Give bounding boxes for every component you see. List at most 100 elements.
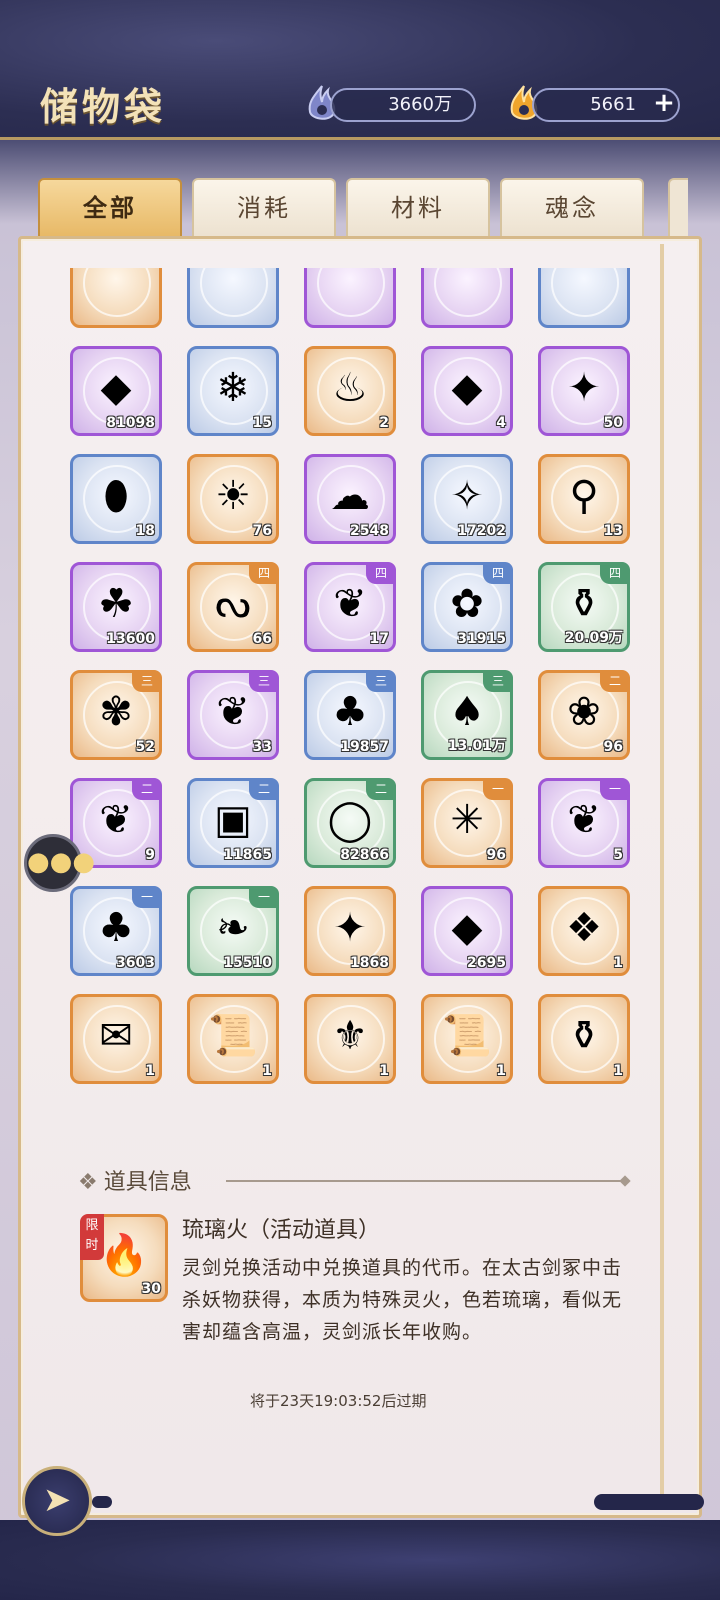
add-currency-button[interactable]: + xyxy=(652,90,676,116)
inventory-slot[interactable]: ◆ 2695 xyxy=(421,886,513,976)
inventory-slot[interactable]: ✾ 三 52 xyxy=(70,670,162,760)
item-quantity: 18 xyxy=(135,523,155,539)
item-quantity: 82866 xyxy=(340,847,389,863)
inventory-slot[interactable]: ▣ 二 11865 xyxy=(187,778,279,868)
inventory-slot[interactable]: ⚱ 1 xyxy=(538,994,630,1084)
inventory-slot[interactable]: ◆ 4 xyxy=(421,346,513,436)
inventory-slot[interactable]: ᔓ 四 66 xyxy=(187,562,279,652)
tier-badge: 一 xyxy=(132,886,162,908)
back-button[interactable]: ➤ xyxy=(22,1466,92,1536)
selected-item-description: 灵剑兑换活动中兑换道具的代币。在太古剑冢中击杀妖物获得，本质为特殊灵火，色若琉璃… xyxy=(182,1257,623,1343)
tier-badge: 一 xyxy=(600,778,630,800)
slot-ring xyxy=(83,268,151,317)
orange-berry-icon: ❦ xyxy=(567,796,601,843)
inventory-slot[interactable] xyxy=(304,268,396,328)
inventory-slot[interactable]: ❦ 一 5 xyxy=(538,778,630,868)
purple-gem-icon: ◆ xyxy=(451,364,483,411)
tab-all[interactable]: 全部 xyxy=(38,178,182,238)
inventory-slot[interactable]: ❄ 15 xyxy=(187,346,279,436)
inventory-slot[interactable]: ◯ 二 82866 xyxy=(304,778,396,868)
tier-badge: 三 xyxy=(132,670,162,692)
lotus-icon: ❀ xyxy=(567,688,601,735)
inventory-slot[interactable]: ♣ 一 3603 xyxy=(70,886,162,976)
scroll-icon: 📜 xyxy=(442,1012,492,1059)
purple-mushroom-icon: ♣ xyxy=(332,688,368,735)
inventory-slot[interactable] xyxy=(70,268,162,328)
orange-gourd-icon: ♨ xyxy=(332,364,368,411)
item-quantity: 3603 xyxy=(116,955,155,971)
inventory-slot[interactable]: ♠ 三 13.01万 xyxy=(421,670,513,760)
item-quantity: 1868 xyxy=(350,955,389,971)
coral-icon: ❧ xyxy=(216,904,250,951)
item-quantity: 13600 xyxy=(106,631,155,647)
tier-badge: 三 xyxy=(249,670,279,692)
item-grid-viewport[interactable]: ◆ 81098 ❄ 15 ♨ 2 ◆ 4 ✦ 50 ⬮ 18 ☀ 76 ☁ 2548 ✧ 17202 ⚲ 13 ☘ 136… xyxy=(70,268,650,1088)
scroll-icon: 📜 xyxy=(208,1012,258,1059)
inventory-slot[interactable]: ✳ 一 96 xyxy=(421,778,513,868)
slot-ring xyxy=(551,268,619,317)
item-quantity: 5 xyxy=(613,847,623,863)
inventory-slot[interactable]: ❦ 四 17 xyxy=(304,562,396,652)
tab-consumables[interactable]: 消耗 xyxy=(192,178,336,238)
back-arrow-icon: ➤ xyxy=(42,1480,72,1520)
item-quantity: 1 xyxy=(613,1063,623,1079)
tier-badge: 二 xyxy=(366,778,396,800)
inventory-slot[interactable]: ✧ 17202 xyxy=(421,454,513,544)
tab-overflow[interactable] xyxy=(668,178,688,238)
item-quantity: 2695 xyxy=(467,955,506,971)
item-grid: ◆ 81098 ❄ 15 ♨ 2 ◆ 4 ✦ 50 ⬮ 18 ☀ 76 ☁ 2548 ✧ 17202 ⚲ 13 ☘ 136… xyxy=(70,268,630,1088)
inventory-slot[interactable]: ♨ 2 xyxy=(304,346,396,436)
selected-item-slot[interactable]: 🔥 限时 30 xyxy=(80,1214,168,1302)
info-divider xyxy=(226,1180,626,1182)
inventory-slot[interactable]: ❧ 一 15510 xyxy=(187,886,279,976)
inventory-slot[interactable]: ⚱ 四 20.09万 xyxy=(538,562,630,652)
inventory-slot[interactable]: ☘ 13600 xyxy=(70,562,162,652)
inventory-slot[interactable] xyxy=(538,268,630,328)
spirit-egg-icon: ⬮ xyxy=(103,472,129,519)
inventory-slot[interactable]: ✿ 四 31915 xyxy=(421,562,513,652)
tier-badge: 一 xyxy=(249,886,279,908)
expire-timer: 将于23天19:03:52后过期 xyxy=(250,1392,427,1410)
inventory-slot[interactable]: ✦ 1868 xyxy=(304,886,396,976)
inventory-slot[interactable]: ❦ 三 33 xyxy=(187,670,279,760)
inventory-slot[interactable] xyxy=(421,268,513,328)
scroll-rod-icon: ⚲ xyxy=(569,472,599,519)
item-info-heading: ❖ 道具信息 xyxy=(78,1164,192,1196)
item-quantity: 96 xyxy=(486,847,506,863)
horn-icon: ♠ xyxy=(449,688,485,735)
inventory-slot[interactable]: 📜 1 xyxy=(421,994,513,1084)
item-quantity: 2 xyxy=(379,415,389,431)
inventory-slot[interactable]: ☁ 2548 xyxy=(304,454,396,544)
inventory-slot[interactable]: ✉ 1 xyxy=(70,994,162,1084)
chat-button[interactable]: ●●● xyxy=(24,834,95,892)
tier-badge: 四 xyxy=(249,562,279,584)
tab-soul[interactable]: 魂念 xyxy=(500,178,644,238)
purple-token-icon: ◆ xyxy=(100,364,132,411)
sun-orb-icon: ☀ xyxy=(215,472,251,519)
inventory-slot[interactable]: ⬮ 18 xyxy=(70,454,162,544)
item-quantity: 9 xyxy=(145,847,155,863)
green-berry-icon: ❦ xyxy=(99,796,133,843)
tier-badge: 四 xyxy=(483,562,513,584)
inventory-slot[interactable]: ❀ 二 96 xyxy=(538,670,630,760)
inventory-slot[interactable]: ☀ 76 xyxy=(187,454,279,544)
blue-flower-icon: ✿ xyxy=(450,580,484,627)
blue-lily-icon: ✾ xyxy=(99,688,133,735)
tab-materials[interactable]: 材料 xyxy=(346,178,490,238)
inventory-slot[interactable]: 📜 1 xyxy=(187,994,279,1084)
item-quantity: 1 xyxy=(613,955,623,971)
tier-badge: 四 xyxy=(600,562,630,584)
berry-branch-icon: ❦ xyxy=(216,688,250,735)
inventory-slot[interactable]: ⚲ 13 xyxy=(538,454,630,544)
item-quantity: 50 xyxy=(603,415,623,431)
inventory-slot[interactable]: ⚜ 1 xyxy=(304,994,396,1084)
purple-crystal-cluster-icon: ✦ xyxy=(567,364,601,411)
selected-item-name: 琉璃火（活动道具） xyxy=(182,1218,381,1243)
item-quantity: 15 xyxy=(252,415,272,431)
inventory-slot[interactable]: ✦ 50 xyxy=(538,346,630,436)
inventory-slot[interactable]: ♣ 三 19857 xyxy=(304,670,396,760)
inventory-slot[interactable] xyxy=(187,268,279,328)
item-quantity: 15510 xyxy=(223,955,272,971)
inventory-slot[interactable]: ❖ 1 xyxy=(538,886,630,976)
inventory-slot[interactable]: ◆ 81098 xyxy=(70,346,162,436)
